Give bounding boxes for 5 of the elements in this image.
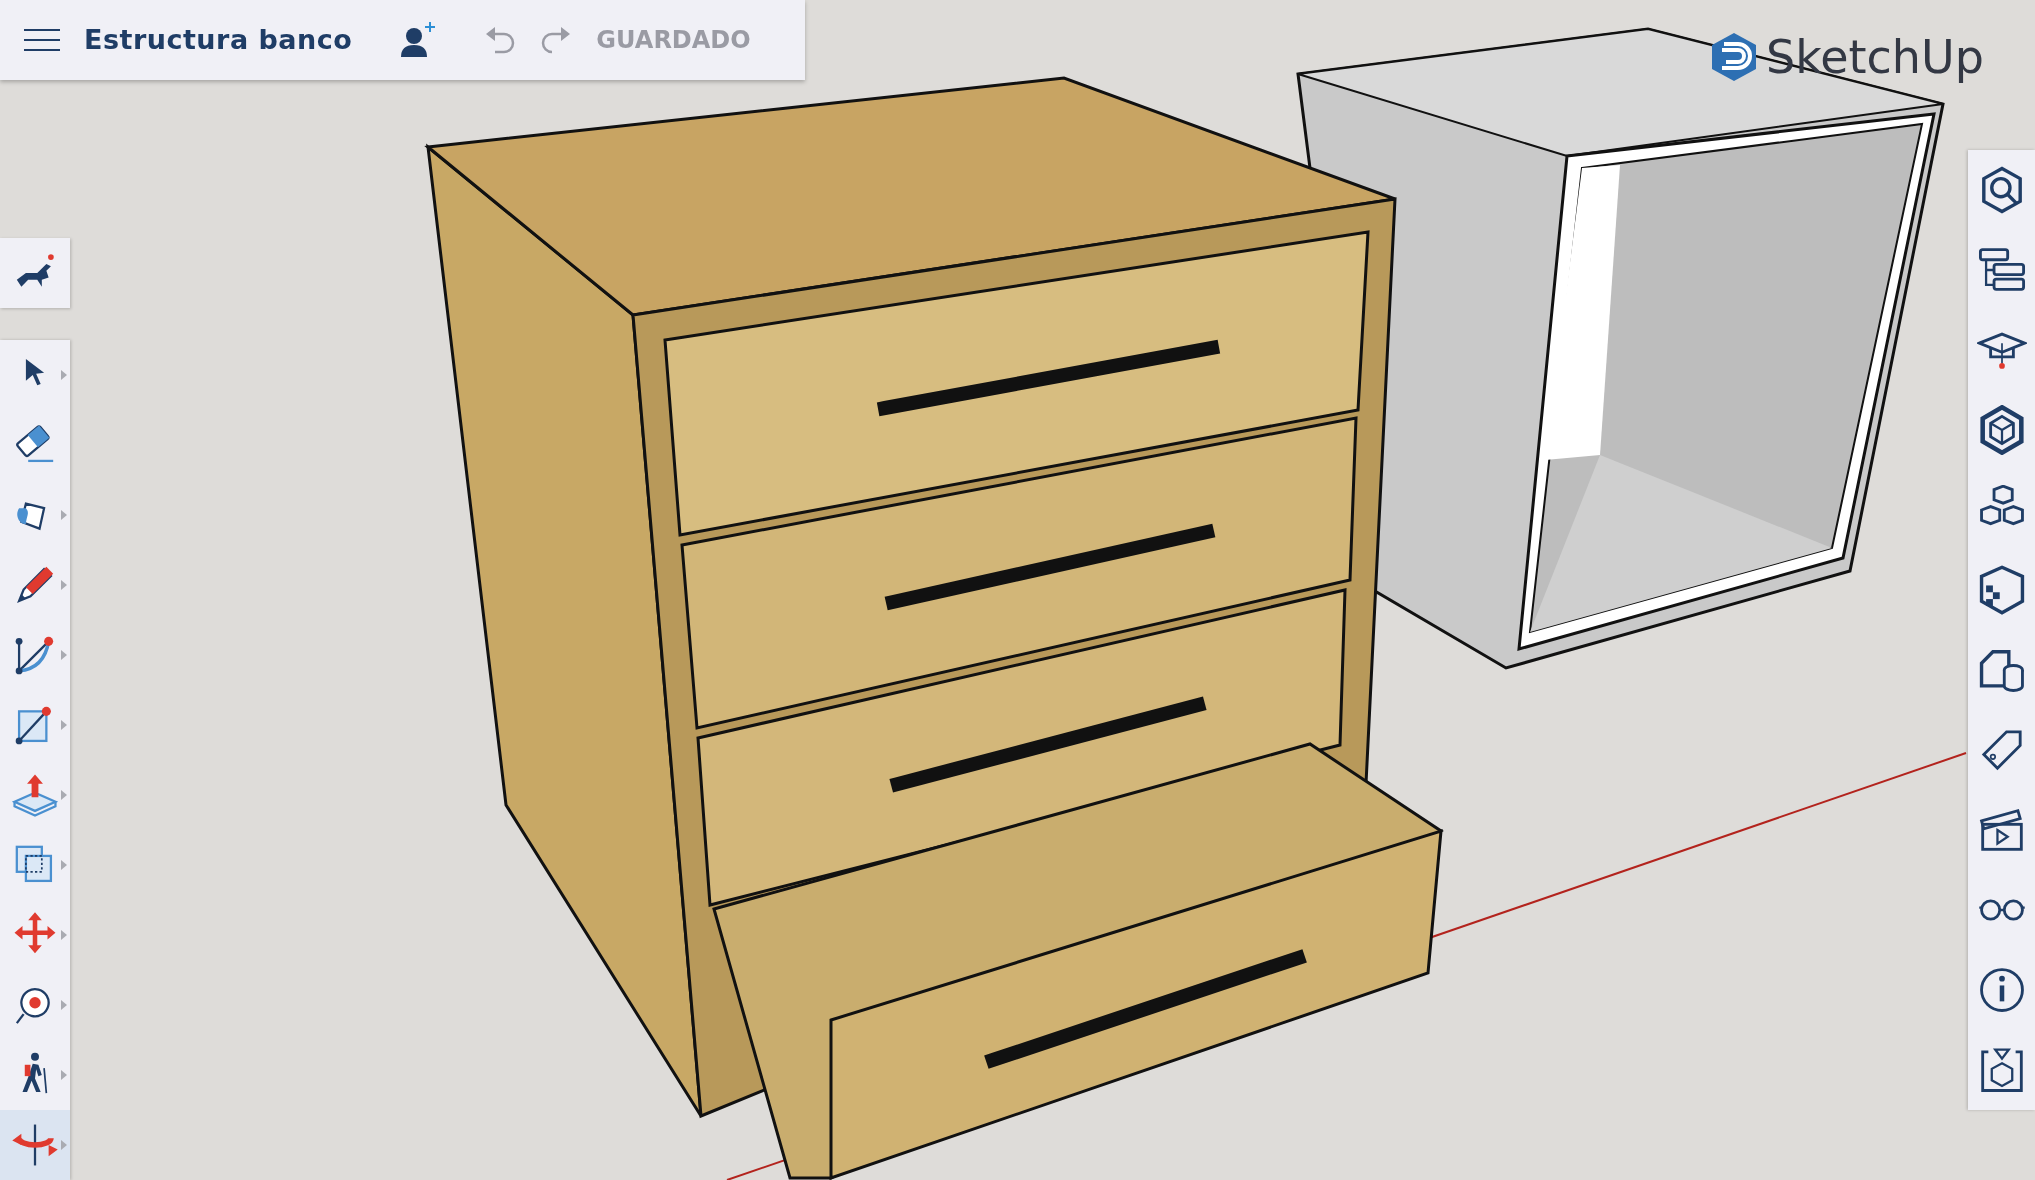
add-collaborator-icon[interactable] bbox=[400, 22, 437, 58]
model-title[interactable]: Estructura banco bbox=[84, 19, 353, 61]
menu-icon[interactable] bbox=[24, 29, 60, 51]
logo-icon bbox=[1710, 32, 1758, 82]
save-status: GUARDADO bbox=[596, 25, 751, 56]
